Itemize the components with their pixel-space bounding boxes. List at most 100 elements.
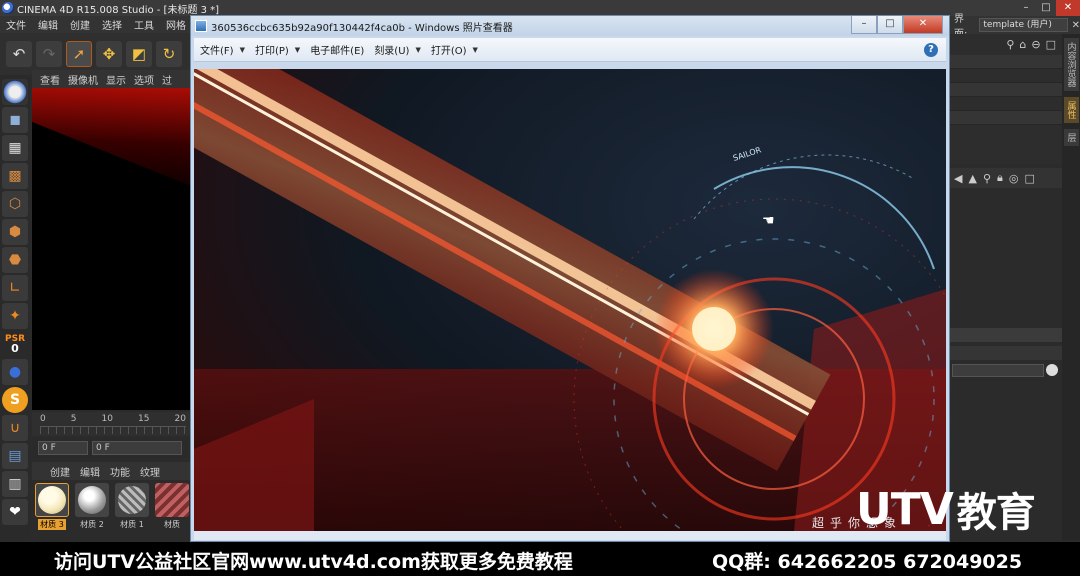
viewport-menu-filter[interactable]: 过 xyxy=(162,72,172,87)
menu-mesh[interactable]: 网格 xyxy=(166,17,186,32)
material-label: 材质 1 xyxy=(120,520,144,529)
texture-grid-icon[interactable]: ▩ xyxy=(2,163,28,189)
link-icon[interactable]: ⊖ xyxy=(1031,38,1040,51)
material-item[interactable]: 材质 1 xyxy=(114,483,150,537)
object-row[interactable] xyxy=(948,83,1062,97)
menu-edit[interactable]: 编辑 xyxy=(38,17,58,32)
object-row[interactable] xyxy=(948,69,1062,83)
current-frame-field[interactable]: 0 F xyxy=(92,441,182,455)
minimize-button[interactable]: – xyxy=(1016,0,1036,16)
points-mode-icon[interactable]: ⬡ xyxy=(2,191,28,217)
viewport-menu-display[interactable]: 显示 xyxy=(106,72,126,87)
chevron-down-icon: ▼ xyxy=(294,45,301,54)
home-icon[interactable]: ⌂ xyxy=(1019,38,1026,51)
object-row[interactable] xyxy=(948,111,1062,125)
tab-attributes[interactable]: 属性 xyxy=(1063,97,1079,123)
menu-create[interactable]: 创建 xyxy=(70,17,90,32)
redo-icon[interactable]: ↷ xyxy=(36,41,62,67)
material-menu-function[interactable]: 功能 xyxy=(110,464,130,479)
attribute-field[interactable] xyxy=(952,364,1044,377)
photo-viewer-titlebar[interactable]: 360536ccbc635b92a90f130442f4ca0b - Windo… xyxy=(191,16,949,36)
search-icon[interactable]: ⚲ xyxy=(983,172,991,185)
attribute-row[interactable] xyxy=(948,346,1062,360)
menu-label: 打印(P) xyxy=(254,46,289,57)
move-icon[interactable]: ✥ xyxy=(96,41,122,67)
cube-icon[interactable]: ◼ xyxy=(2,107,28,133)
layout-select[interactable]: template (用户) xyxy=(979,18,1068,32)
minimize-button[interactable]: – xyxy=(851,16,877,34)
workplane-lock-icon[interactable]: ▥ xyxy=(2,471,28,497)
edges-mode-icon[interactable]: ⬢ xyxy=(2,219,28,245)
menu-file[interactable]: 文件 xyxy=(6,17,26,32)
maximize-button[interactable]: □ xyxy=(1036,0,1056,16)
viewport-menu-view[interactable]: 查看 xyxy=(40,72,60,87)
material-item[interactable]: 材质 2 xyxy=(74,483,110,537)
timeline-ruler[interactable] xyxy=(40,426,186,434)
tick-label: 5 xyxy=(70,414,77,424)
expand-icon[interactable]: □ xyxy=(1046,38,1056,51)
3d-viewport[interactable] xyxy=(32,88,192,410)
help-icon[interactable]: ? xyxy=(924,43,938,57)
snap-icon[interactable]: ✦ xyxy=(2,303,28,329)
viewport-menu-options[interactable]: 选项 xyxy=(134,72,154,87)
photo-viewer-title: 360536ccbc635b92a90f130442f4ca0b - Windo… xyxy=(211,22,513,34)
material-menubar: 创建 编辑 功能 纹理 xyxy=(32,462,192,480)
menu-select[interactable]: 选择 xyxy=(102,17,122,32)
globe-icon[interactable] xyxy=(2,79,28,105)
attribute-row[interactable] xyxy=(948,328,1062,342)
material-item[interactable]: 材质 3 xyxy=(34,483,70,537)
polygons-mode-icon[interactable]: ⬣ xyxy=(2,247,28,273)
displayed-photo[interactable]: SAILOR 超乎你想象 ☚ xyxy=(194,69,946,531)
tab-content-browser[interactable]: 内容浏览器 xyxy=(1063,38,1079,91)
material-menu-create[interactable]: 创建 xyxy=(50,464,70,479)
target-icon[interactable]: ◎ xyxy=(1009,172,1019,185)
psr-value: 0 xyxy=(11,342,19,355)
menu-print[interactable]: 打印(P) ▼ xyxy=(254,42,301,58)
viewport-menu-camera[interactable]: 摄像机 xyxy=(68,72,98,87)
object-row[interactable] xyxy=(948,97,1062,111)
menu-burn[interactable]: 刻录(U) ▼ xyxy=(374,42,421,58)
undo-icon[interactable]: ↶ xyxy=(6,41,32,67)
start-frame-field[interactable]: 0 F xyxy=(38,441,88,455)
heart-icon[interactable]: ❤ xyxy=(2,499,28,525)
maximize-button[interactable]: □ xyxy=(877,16,903,34)
scale-icon[interactable]: ◩ xyxy=(126,41,152,67)
menu-tools[interactable]: 工具 xyxy=(134,17,154,32)
photo-viewer-app-icon xyxy=(195,20,207,32)
timeline[interactable]: 0 5 10 15 20 xyxy=(32,412,192,436)
material-label: 材质 xyxy=(164,520,180,529)
axis-icon[interactable]: ∟ xyxy=(2,275,28,301)
side-tab-strip: 内容浏览器 属性 层 xyxy=(1062,34,1080,540)
material-preview xyxy=(155,483,189,517)
c4d-titlebar: CINEMA 4D R15.008 Studio - [未标题 3 *] – □… xyxy=(0,0,1080,16)
spline-s-icon[interactable]: S xyxy=(2,387,28,413)
menu-file[interactable]: 文件(F) ▼ xyxy=(200,42,245,58)
rotate-icon[interactable]: ↻ xyxy=(156,41,182,67)
c4d-window-controls: – □ ✕ xyxy=(1016,0,1080,16)
checker-cube-icon[interactable]: ▦ xyxy=(2,135,28,161)
lock-icon[interactable]: 🔒︎ xyxy=(997,171,1003,185)
select-arrow-icon[interactable]: ➚ xyxy=(66,41,92,67)
menu-email[interactable]: 电子邮件(E) xyxy=(310,42,364,57)
object-row[interactable] xyxy=(948,55,1062,69)
search-icon[interactable]: ⚲ xyxy=(1006,38,1014,51)
material-label: 材质 3 xyxy=(38,519,66,530)
object-manager: ⚲ ⌂ ⊖ □ xyxy=(948,34,1062,164)
close-button[interactable]: ✕ xyxy=(903,16,943,34)
paint-icon[interactable]: ● xyxy=(2,359,28,385)
close-button[interactable]: ✕ xyxy=(1056,0,1080,16)
material-menu-texture[interactable]: 纹理 xyxy=(140,464,160,479)
panel-close-icon[interactable]: ✕ xyxy=(1072,20,1080,31)
menu-open[interactable]: 打开(O) ▼ xyxy=(431,42,478,58)
material-label: 材质 2 xyxy=(80,520,104,529)
magnet-icon[interactable]: ∪ xyxy=(2,415,28,441)
back-arrow-icon[interactable]: ◀ xyxy=(954,172,962,185)
psr-icon[interactable]: PSR 0 xyxy=(2,331,28,357)
up-arrow-icon[interactable]: ▲ xyxy=(968,172,976,185)
pick-icon[interactable] xyxy=(1046,364,1058,376)
material-menu-edit[interactable]: 编辑 xyxy=(80,464,100,479)
expand-icon[interactable]: □ xyxy=(1024,172,1034,185)
material-item[interactable]: 材质 xyxy=(154,483,190,537)
tab-layers[interactable]: 层 xyxy=(1063,129,1079,146)
workplane-icon[interactable]: ▤ xyxy=(2,443,28,469)
